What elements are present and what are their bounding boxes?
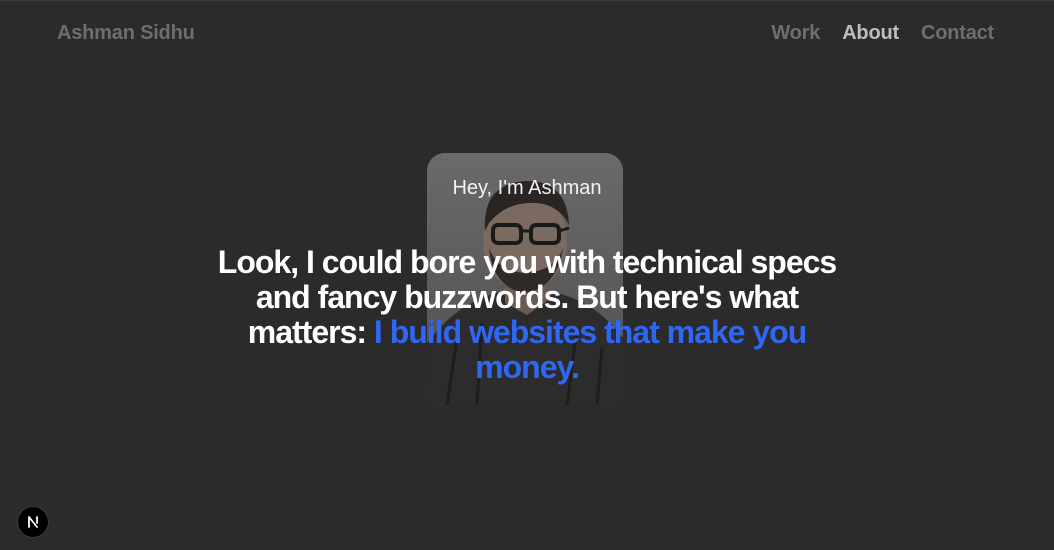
headline-highlight: I build websites that make you money. (373, 314, 807, 385)
nextjs-icon[interactable] (18, 507, 48, 537)
hero-greeting: Hey, I'm Ashman (452, 177, 602, 199)
nav-contact[interactable]: Contact (921, 22, 994, 45)
page: Ashman Sidhu Work About Contact Hey, I'm… (0, 0, 1054, 550)
nav-about[interactable]: About (842, 22, 899, 45)
nextjs-logo (28, 516, 38, 528)
main-nav: Work About Contact (771, 22, 994, 45)
brand-link[interactable]: Ashman Sidhu (57, 22, 195, 45)
hero-headline: Look, I could bore you with technical sp… (200, 245, 854, 385)
nav-work[interactable]: Work (771, 22, 820, 45)
